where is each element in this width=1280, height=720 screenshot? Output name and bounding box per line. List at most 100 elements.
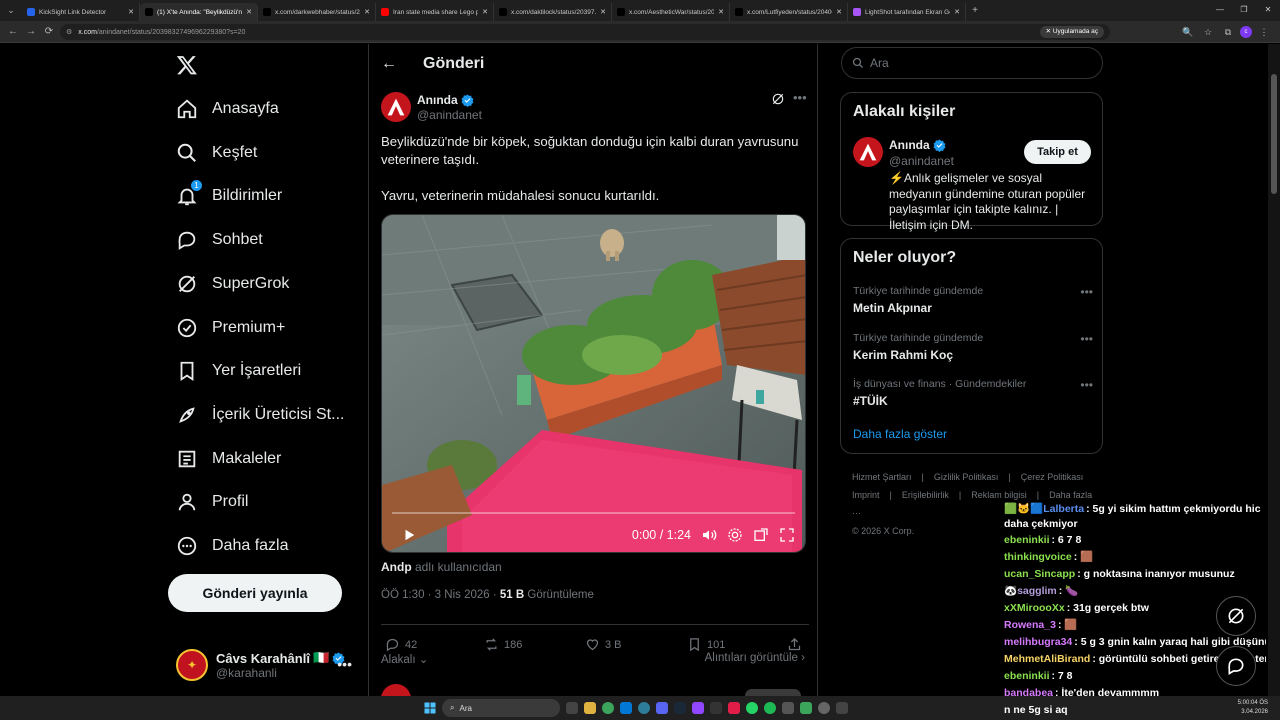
tweet-author-avatar[interactable] <box>381 92 411 122</box>
chrome-icon[interactable] <box>602 702 614 714</box>
url-field[interactable]: ⚙ x.com/anindanet/status/203983274969622… <box>60 24 1110 40</box>
like-button[interactable]: 3 B <box>585 637 622 652</box>
trend-more-icon[interactable]: ••• <box>1080 332 1093 346</box>
close-tab-icon[interactable]: ✕ <box>364 8 370 16</box>
footer-link[interactable]: Çerez Politikası <box>1021 472 1084 482</box>
nav-item-chat[interactable]: Sohbet <box>176 220 263 260</box>
chat-username[interactable]: thinkingvoice <box>1004 551 1072 563</box>
repost-button[interactable]: 186 <box>484 637 522 652</box>
tweet-more-icon[interactable]: ••• <box>793 90 807 105</box>
search-input[interactable]: Ara <box>841 47 1103 79</box>
nav-item-verified[interactable]: Premium+ <box>176 308 285 348</box>
share-button[interactable] <box>787 637 802 652</box>
close-tab-icon[interactable]: ✕ <box>836 8 842 16</box>
relevant-person-name[interactable]: Anında <box>889 138 946 152</box>
trend-more-icon[interactable]: ••• <box>1080 378 1093 392</box>
nav-item-home[interactable]: Anasayfa <box>176 89 279 129</box>
footer-link[interactable]: Imprint <box>852 490 880 500</box>
edge-icon[interactable] <box>638 702 650 714</box>
site-info-icon[interactable]: ⚙ <box>66 28 72 36</box>
play-icon[interactable] <box>402 528 416 542</box>
tab-search-icon[interactable]: ⌄ <box>0 0 22 21</box>
show-more-link[interactable]: Daha fazla göster <box>853 427 947 441</box>
fullscreen-icon[interactable] <box>779 527 795 543</box>
obs-icon[interactable] <box>818 702 830 714</box>
browser-tab[interactable]: LightShot tarafından Ekran Gör... ✕ <box>848 3 966 21</box>
footer-link[interactable]: Gizlilik Politikası <box>934 472 999 482</box>
video-source-user[interactable]: Andp <box>381 560 412 574</box>
reply-button[interactable]: 42 <box>385 637 417 652</box>
next-reply-button[interactable] <box>745 689 801 696</box>
profile-avatar[interactable]: c <box>1240 26 1252 38</box>
browser-tab[interactable]: x.com/Lutfiyeden/status/20400... ✕ <box>730 3 848 21</box>
chat-username[interactable]: sagglim <box>1017 585 1057 597</box>
extensions-icon[interactable]: ⧉ <box>1220 24 1236 40</box>
store-icon[interactable] <box>620 702 632 714</box>
minimize-icon[interactable]: — <box>1208 0 1232 21</box>
account-more-icon[interactable]: ••• <box>337 656 352 672</box>
picture-in-picture-icon[interactable] <box>753 527 769 543</box>
nav-item-search[interactable]: Keşfet <box>176 133 257 173</box>
discord-icon[interactable] <box>656 702 668 714</box>
browser-tab[interactable]: Iran state media share Lego pr... ✕ <box>376 3 494 21</box>
browser-tab[interactable]: KickSight Link Detector ✕ <box>22 3 140 21</box>
back-arrow-icon[interactable]: ← <box>381 55 397 73</box>
nav-item-bell[interactable]: 1 Bildirimler <box>176 176 282 216</box>
steam-icon[interactable] <box>674 702 686 714</box>
nav-item-article[interactable]: Makaleler <box>176 439 281 479</box>
system-tray-clock[interactable]: 5:00:04 ÖS 3.04.2026 <box>1238 699 1268 717</box>
chat-username[interactable]: melihbugra34 <box>1004 636 1072 648</box>
x-logo-icon[interactable] <box>176 54 198 76</box>
close-tab-icon[interactable]: ✕ <box>954 8 960 16</box>
nav-item-more-circle[interactable]: Daha fazla <box>176 526 289 566</box>
volume-icon[interactable] <box>701 527 717 543</box>
chat-username[interactable]: Lalberta <box>1043 503 1084 515</box>
next-reply-avatar[interactable] <box>381 684 411 696</box>
chat-username[interactable]: MehmetAliBirand <box>1004 653 1090 665</box>
video-progress-bar[interactable] <box>392 512 795 514</box>
bookmark-star-icon[interactable]: ☆ <box>1200 24 1216 40</box>
close-tab-icon[interactable]: ✕ <box>246 8 252 16</box>
task-view-icon[interactable] <box>566 702 578 714</box>
app-icon[interactable] <box>710 702 722 714</box>
nav-item-rocket[interactable]: İçerik Üreticisi St... <box>176 395 344 435</box>
close-tab-icon[interactable]: ✕ <box>600 8 606 16</box>
browser-tab[interactable]: x.com/daktilock/status/20397... ✕ <box>494 3 612 21</box>
chat-username[interactable]: ucan_Sincapp <box>1004 568 1075 580</box>
close-tab-icon[interactable]: ✕ <box>482 8 488 16</box>
chat-username[interactable]: bandabea <box>1004 687 1053 696</box>
chat-username[interactable]: ebeninkii <box>1004 534 1050 546</box>
chat-username[interactable]: Rowena_3 <box>1004 619 1056 631</box>
chat-username[interactable]: xXMiroooXx <box>1004 602 1065 614</box>
tweet-timestamp[interactable]: ÖÖ 1:30 · 3 Nis 2026 · <box>381 589 500 601</box>
restore-icon[interactable]: ❐ <box>1232 0 1256 21</box>
related-dropdown[interactable]: Alakalı ⌄ <box>381 652 428 666</box>
chat-username[interactable]: ebeninkii <box>1004 670 1050 682</box>
forward-nav-icon[interactable]: → <box>22 26 40 37</box>
new-tab-button[interactable]: + <box>966 5 984 16</box>
account-switcher[interactable]: ✦ Câvs Karahânlî 🇮🇹 @karahanli ••• <box>176 644 366 686</box>
grok-icon[interactable] <box>771 92 785 106</box>
browser-tab[interactable]: x.com/darkwebhaber/status/20... ✕ <box>258 3 376 21</box>
nav-item-person[interactable]: Profil <box>176 482 248 522</box>
close-tab-icon[interactable]: ✕ <box>718 8 724 16</box>
taskbar-search[interactable]: ⌕ Ara <box>442 699 560 717</box>
messages-fab-button[interactable] <box>1216 646 1256 686</box>
page-scrollbar[interactable] <box>1268 44 1280 696</box>
settings-gear-icon[interactable] <box>727 527 743 543</box>
view-quotes-link[interactable]: Alıntıları görüntüle › <box>705 652 805 664</box>
app-dark-icon[interactable] <box>836 702 848 714</box>
bookmark-button[interactable]: 101 <box>687 637 725 652</box>
tweet-author-name[interactable]: Anında <box>417 93 474 107</box>
footer-link[interactable]: © 2026 X Corp. <box>852 526 914 536</box>
back-nav-icon[interactable]: ← <box>4 26 22 37</box>
trend-item[interactable]: İş dünyası ve finans · Gündemdekiler #TÜİ… <box>853 378 1093 408</box>
windows-start-icon[interactable] <box>424 702 436 714</box>
relevant-person-handle[interactable]: @anindanet <box>889 154 954 168</box>
file-explorer-icon[interactable] <box>584 702 596 714</box>
footer-link[interactable]: Reklam bilgisi <box>971 490 1027 500</box>
tweet-video[interactable]: 0:00 / 1:24 <box>381 214 806 553</box>
footer-link[interactable]: Hizmet Şartları <box>852 472 912 482</box>
spotify-icon[interactable] <box>764 702 776 714</box>
app-green-icon[interactable] <box>800 702 812 714</box>
